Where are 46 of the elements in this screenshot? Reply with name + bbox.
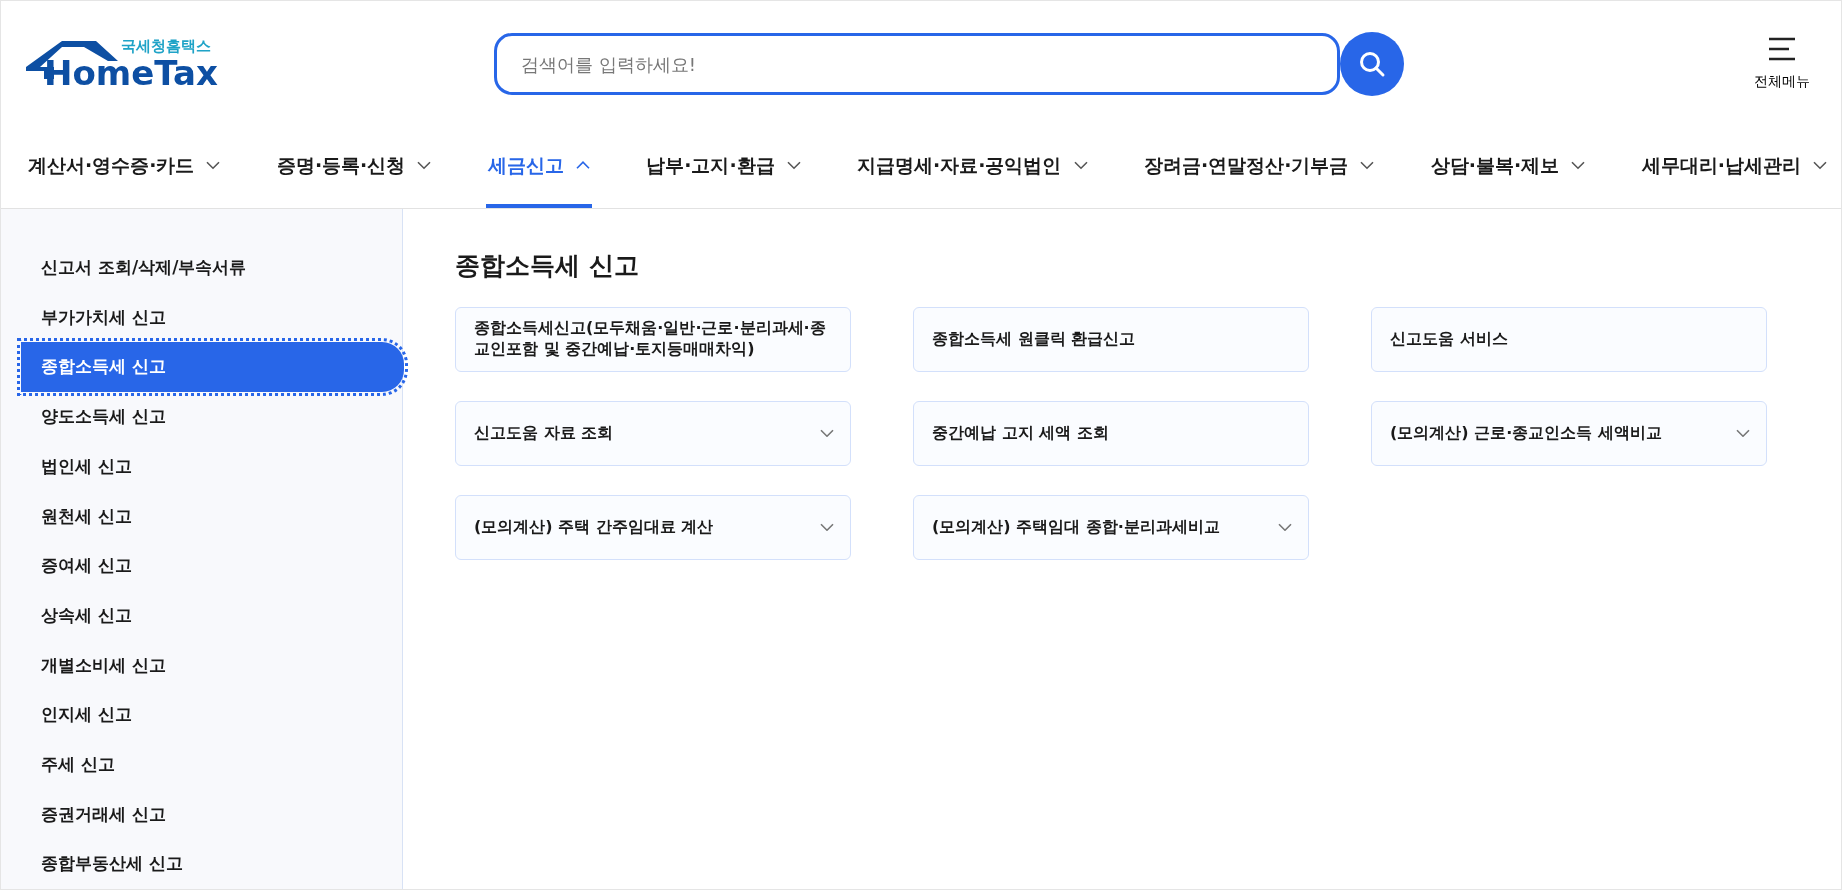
sidebar-item[interactable]: 증권거래세 신고: [21, 789, 404, 840]
chevron-icon: [1571, 161, 1586, 170]
sidebar-item[interactable]: 종합부동산세 신고: [21, 839, 404, 889]
nav-tab[interactable]: 장려금·연말정산·기부금: [1141, 127, 1377, 208]
menu-card[interactable]: 종합소득세 원클릭 환급신고: [913, 306, 1309, 372]
page-heading: 종합소득세 신고: [455, 250, 640, 282]
sidebar-item[interactable]: 법인세 신고: [21, 441, 404, 492]
menu-card[interactable]: 신고도움 서비스: [1371, 306, 1767, 372]
all-menu-button[interactable]: 전체메뉴: [1748, 35, 1816, 93]
menu-card[interactable]: (모의계산) 주택 간주임대료 계산: [455, 494, 851, 560]
sidebar-item[interactable]: 원천세 신고: [21, 491, 404, 542]
nav-tab[interactable]: 계산서·영수증·카드: [26, 127, 223, 208]
sidebar-item[interactable]: 개별소비세 신고: [21, 640, 404, 691]
nav-tab[interactable]: 세금신고: [485, 127, 592, 208]
sidebar-item[interactable]: 신고서 조회/삭제/부속서류: [21, 243, 404, 293]
nav-tab[interactable]: 납부·고지·환급: [644, 127, 803, 208]
sidebar-item[interactable]: 인지세 신고: [21, 690, 404, 740]
chevron-icon: [417, 161, 432, 170]
menu-icon: [1767, 36, 1797, 61]
search-icon: [1358, 50, 1386, 78]
chevron-icon: [1073, 161, 1088, 170]
menu-card[interactable]: (모의계산) 근로·종교인소득 세액비교: [1371, 400, 1767, 466]
nav-tab[interactable]: 지급명세·자료·공익법인: [855, 127, 1090, 208]
chevron-icon: [1278, 522, 1292, 532]
menu-card[interactable]: (모의계산) 주택임대 종합·분리과세비교: [913, 494, 1309, 560]
menu-card[interactable]: 신고도움 자료 조회: [455, 400, 851, 466]
chevron-icon: [1736, 428, 1750, 438]
chevron-icon: [1812, 161, 1827, 170]
chevron-icon: [820, 522, 834, 532]
hometax-logo[interactable]: 국세청홈택스 HomeTax: [26, 38, 216, 90]
sidebar-item[interactable]: 상속세 신고: [21, 590, 404, 641]
nav-tab[interactable]: 증명·등록·신청: [274, 127, 434, 208]
chevron-icon: [575, 161, 590, 170]
chevron-icon: [1360, 161, 1375, 170]
nav-tab[interactable]: 세무대리·납세관리: [1639, 127, 1829, 208]
sidebar-item[interactable]: 양도소득세 신고: [21, 392, 404, 442]
sidebar-item[interactable]: 증여세 신고: [21, 541, 404, 591]
search-field[interactable]: 검색어를 입력하세요!: [494, 33, 1340, 95]
nav-tab[interactable]: 상담·불복·제보: [1428, 127, 1588, 208]
sidebar-item[interactable]: 주세 신고: [21, 739, 404, 790]
menu-card[interactable]: 종합소득세신고(모두채움·일반·근로·분리과세·종교인포함 및 중간예납·토지등매매차익): [455, 306, 851, 372]
chevron-icon: [820, 428, 834, 438]
chevron-icon: [206, 161, 221, 170]
menu-card[interactable]: 중간예납 고지 세액 조회: [913, 400, 1309, 466]
sidebar-item[interactable]: 부가가치세 신고: [21, 292, 404, 343]
chevron-icon: [786, 161, 801, 170]
